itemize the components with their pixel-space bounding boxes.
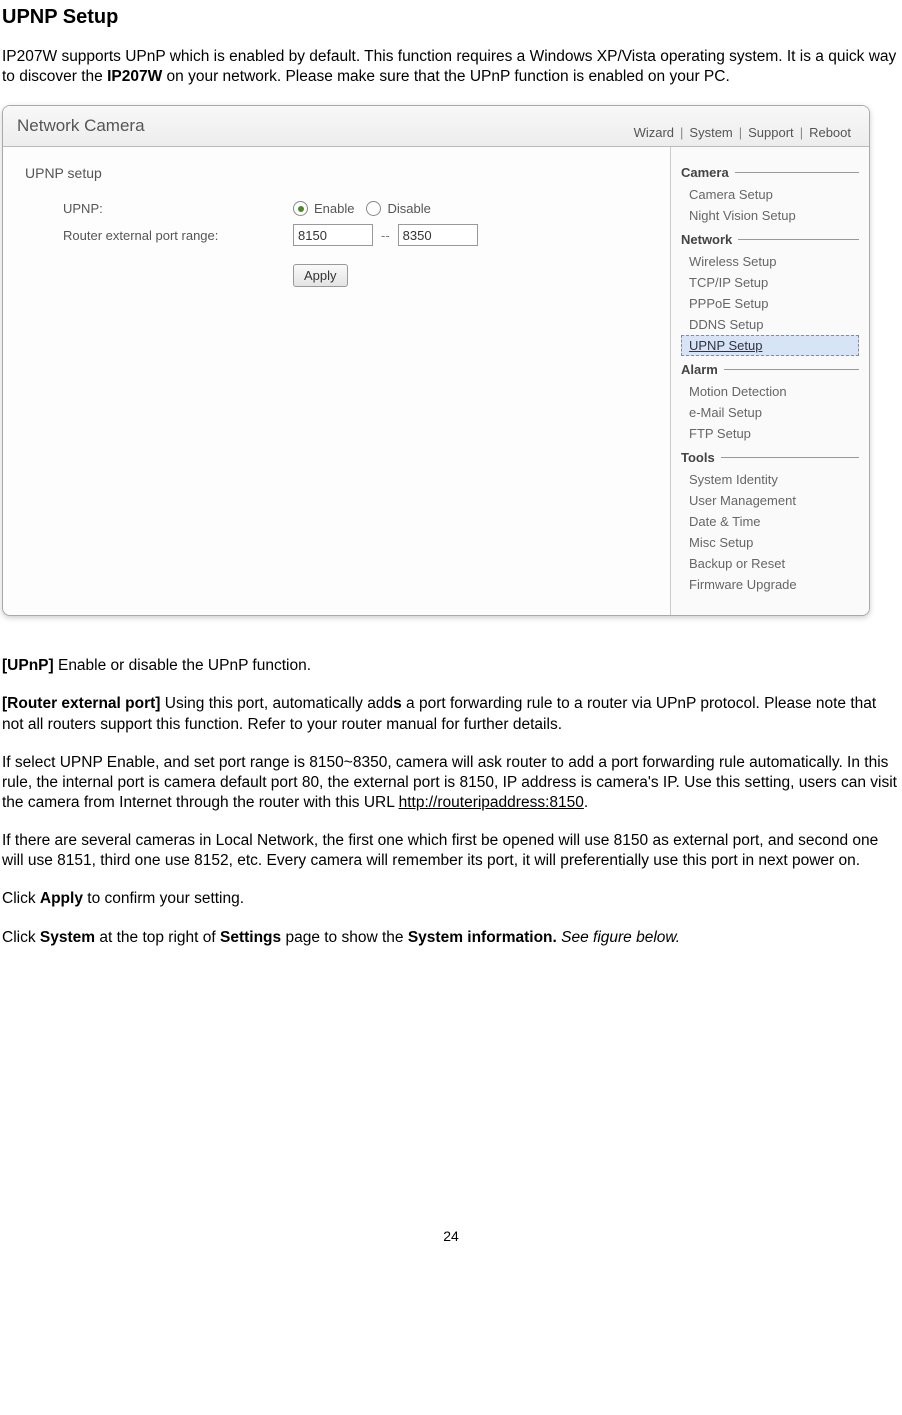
router-def-label: [Router external port] bbox=[2, 695, 160, 712]
port-label: Router external port range: bbox=[63, 228, 293, 243]
sidebar-item-tcpip[interactable]: TCP/IP Setup bbox=[681, 272, 859, 293]
sidebar-item-ddns[interactable]: DDNS Setup bbox=[681, 314, 859, 335]
para6-mid1: at the top right of bbox=[95, 929, 220, 946]
radio-disable[interactable] bbox=[366, 201, 381, 216]
sidebar-item-firmware[interactable]: Firmware Upgrade bbox=[681, 574, 859, 595]
sidebar-item-email[interactable]: e-Mail Setup bbox=[681, 402, 859, 423]
disable-label: Disable bbox=[387, 201, 430, 216]
para6-b3: System information. bbox=[408, 929, 557, 946]
para5-apply: Apply bbox=[40, 890, 83, 907]
example-url[interactable]: http://routeripaddress:8150 bbox=[399, 794, 584, 811]
para-router: [Router external port] Using this port, … bbox=[2, 694, 900, 734]
group-alarm: Alarm bbox=[681, 362, 859, 377]
sidebar-item-pppoe[interactable]: PPPoE Setup bbox=[681, 293, 859, 314]
sidebar-item-ftp[interactable]: FTP Setup bbox=[681, 423, 859, 444]
nav-reboot[interactable]: Reboot bbox=[809, 125, 851, 140]
upnp-radio-group: Enable Disable bbox=[293, 201, 431, 216]
para6-b1: System bbox=[40, 929, 95, 946]
router-text-pre: Using this port, automatically add bbox=[160, 695, 393, 712]
upnp-def-text: Enable or disable the UPnP function. bbox=[54, 657, 311, 674]
intro-post: on your network. Please make sure that t… bbox=[162, 68, 730, 85]
section-title: UPNP setup bbox=[23, 165, 650, 181]
ui-header: Network Camera Wizard|System|Support|Reb… bbox=[3, 106, 869, 147]
group-camera: Camera bbox=[681, 165, 859, 180]
sidebar-item-motion[interactable]: Motion Detection bbox=[681, 381, 859, 402]
enable-label: Enable bbox=[314, 201, 354, 216]
page-number: 24 bbox=[2, 1228, 900, 1264]
port-end-input[interactable] bbox=[398, 224, 478, 246]
para6: Click System at the top right of Setting… bbox=[2, 928, 900, 948]
para3: If select UPNP Enable, and set port rang… bbox=[2, 753, 900, 813]
para4: If there are several cameras in Local Ne… bbox=[2, 831, 900, 871]
para5-pre: Click bbox=[2, 890, 40, 907]
ui-sidebar: Camera Camera Setup Night Vision Setup N… bbox=[670, 147, 869, 615]
sidebar-item-upnp[interactable]: UPNP Setup bbox=[681, 335, 859, 356]
nav-wizard[interactable]: Wizard bbox=[634, 125, 674, 140]
ui-title: Network Camera bbox=[17, 116, 145, 140]
para5-post: to confirm your setting. bbox=[83, 890, 244, 907]
para6-mid2: page to show the bbox=[281, 929, 408, 946]
port-row: Router external port range: -- bbox=[23, 224, 650, 246]
nav-system[interactable]: System bbox=[689, 125, 732, 140]
group-tools: Tools bbox=[681, 450, 859, 465]
upnp-def-label: [UPnP] bbox=[2, 657, 54, 674]
sidebar-item-identity[interactable]: System Identity bbox=[681, 469, 859, 490]
intro-bold: IP207W bbox=[107, 68, 162, 85]
sidebar-item-user-mgmt[interactable]: User Management bbox=[681, 490, 859, 511]
para3-post: . bbox=[584, 794, 588, 811]
sidebar-item-backup[interactable]: Backup or Reset bbox=[681, 553, 859, 574]
ui-main: UPNP setup UPNP: Enable Disable Router e… bbox=[3, 147, 670, 615]
group-network: Network bbox=[681, 232, 859, 247]
dash: -- bbox=[381, 228, 390, 243]
apply-button[interactable]: Apply bbox=[293, 264, 348, 287]
sidebar-item-camera-setup[interactable]: Camera Setup bbox=[681, 184, 859, 205]
sidebar-item-night-vision[interactable]: Night Vision Setup bbox=[681, 205, 859, 226]
para5: Click Apply to confirm your setting. bbox=[2, 889, 900, 909]
top-nav: Wizard|System|Support|Reboot bbox=[634, 125, 851, 140]
ui-body: UPNP setup UPNP: Enable Disable Router e… bbox=[3, 147, 869, 615]
radio-enable[interactable] bbox=[293, 201, 308, 216]
page-heading: UPNP Setup bbox=[2, 6, 900, 29]
para-upnp: [UPnP] Enable or disable the UPnP functi… bbox=[2, 656, 900, 676]
upnp-row: UPNP: Enable Disable bbox=[23, 201, 650, 216]
intro-paragraph: IP207W supports UPnP which is enabled by… bbox=[2, 47, 900, 87]
sidebar-item-misc[interactable]: Misc Setup bbox=[681, 532, 859, 553]
sidebar-item-wireless[interactable]: Wireless Setup bbox=[681, 251, 859, 272]
para6-b2: Settings bbox=[220, 929, 281, 946]
port-start-input[interactable] bbox=[293, 224, 373, 246]
para6-pre: Click bbox=[2, 929, 40, 946]
para6-italic: See figure below. bbox=[557, 929, 680, 946]
sidebar-item-date-time[interactable]: Date & Time bbox=[681, 511, 859, 532]
nav-support[interactable]: Support bbox=[748, 125, 794, 140]
screenshot-ui: Network Camera Wizard|System|Support|Reb… bbox=[2, 105, 870, 616]
upnp-label: UPNP: bbox=[63, 201, 293, 216]
router-text-s: s bbox=[393, 695, 402, 712]
